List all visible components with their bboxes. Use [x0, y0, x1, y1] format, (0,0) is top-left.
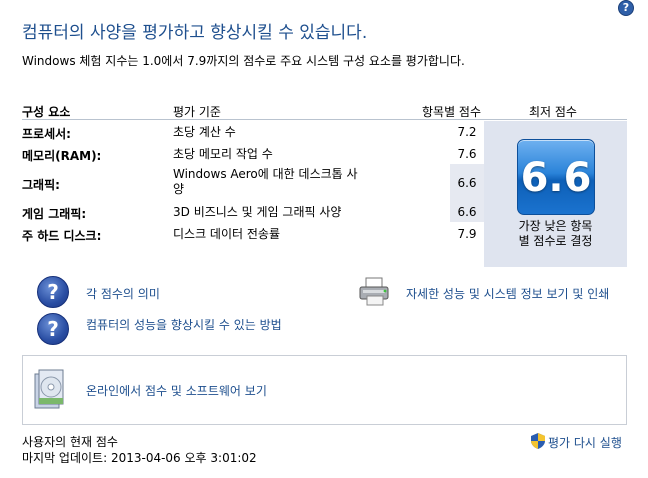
component-score: 7.2	[457, 125, 477, 139]
question-icon[interactable]: ?	[37, 276, 69, 308]
table-header: 구성 요소 평가 기준 항목별 점수 최저 점수	[22, 95, 627, 120]
uac-shield-icon[interactable]	[531, 433, 545, 449]
page-subtitle: Windows 체험 지수는 1.0에서 7.9까지의 점수로 주요 시스템 구…	[22, 54, 465, 68]
help-icon[interactable]: ?	[618, 0, 634, 16]
base-score-badge: 6.6	[517, 139, 595, 215]
component-criteria: 초당 메모리 작업 수	[173, 147, 273, 161]
page-title: 컴퓨터의 사양을 평가하고 향상시킬 수 있습니다.	[22, 23, 368, 43]
last-update-label: 마지막 업데이트: 2013-04-06 오후 3:01:02	[22, 451, 257, 465]
component-score: 7.6	[457, 147, 477, 161]
component-score: 7.9	[457, 227, 477, 241]
online-scores-box: 온라인에서 점수 및 소프트웨어 보기	[22, 355, 627, 425]
current-score-label: 사용자의 현재 점수	[22, 435, 118, 449]
column-header-criteria: 평가 기준	[173, 105, 221, 119]
component-name: 주 하드 디스크:	[22, 229, 102, 243]
rerun-assessment-link[interactable]: 평가 다시 실행	[548, 434, 622, 451]
column-header-component: 구성 요소	[22, 105, 71, 119]
component-criteria: 디스크 데이터 전송률	[173, 227, 280, 241]
base-score-caption-text: 가장 낮은 항목 별 점수로 결정	[518, 219, 593, 248]
link-details-print[interactable]: 자세한 성능 및 시스템 정보 보기 및 인쇄	[406, 285, 609, 302]
column-header-subscore: 항목별 점수	[422, 105, 482, 119]
link-online-scores[interactable]: 온라인에서 점수 및 소프트웨어 보기	[86, 382, 267, 399]
printer-icon[interactable]	[357, 276, 393, 308]
component-score: 6.6	[450, 164, 484, 200]
component-criteria: 초당 계산 수	[173, 125, 236, 139]
base-score-panel: 6.6 가장 낮은 항목 별 점수로 결정	[484, 121, 627, 267]
component-name: 그래픽:	[22, 178, 60, 192]
component-criteria: 3D 비즈니스 및 게임 그래픽 사양	[173, 205, 342, 219]
cd-software-icon	[34, 369, 64, 409]
component-name: 프로세서:	[22, 127, 71, 141]
component-criteria: Windows Aero에 대한 데스크톱 사양	[173, 167, 358, 196]
column-header-basescore: 최저 점수	[529, 105, 577, 119]
component-name: 메모리(RAM):	[22, 149, 102, 163]
score-table: 구성 요소 평가 기준 항목별 점수 최저 점수 프로세서: 초당 계산 수 7…	[22, 95, 627, 267]
component-score: 6.6	[450, 200, 484, 222]
link-score-meaning[interactable]: 각 점수의 의미	[86, 285, 160, 302]
question-icon[interactable]: ?	[37, 313, 69, 345]
component-name: 게임 그래픽:	[22, 207, 87, 221]
base-score-caption: 가장 낮은 항목 별 점수로 결정	[484, 219, 627, 249]
link-improve-performance[interactable]: 컴퓨터의 성능을 향상시킬 수 있는 방법	[86, 316, 282, 333]
